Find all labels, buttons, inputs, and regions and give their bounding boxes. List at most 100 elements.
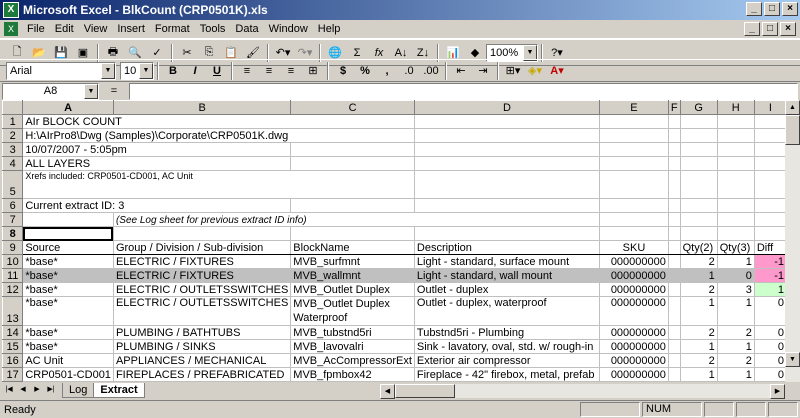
- bold-icon[interactable]: B: [164, 61, 182, 81]
- decrease-indent-icon[interactable]: ⇤: [452, 61, 470, 81]
- cell-diff[interactable]: 0: [754, 367, 787, 382]
- column-header-b[interactable]: B: [112, 100, 292, 115]
- cell-group[interactable]: APPLIANCES / MECHANICAL: [113, 353, 292, 368]
- scroll-right-icon[interactable]: ▶: [770, 384, 785, 399]
- cell-qty3[interactable]: 1: [717, 254, 755, 269]
- row-header[interactable]: 10: [2, 254, 24, 269]
- cell-qty2[interactable]: 1: [680, 339, 718, 354]
- cell-description[interactable]: Fireplace - 42" firebox, metal, prefab: [414, 367, 601, 382]
- chevron-down-icon[interactable]: ▼: [139, 62, 153, 79]
- cell-description[interactable]: Outlet - duplex: [414, 282, 601, 297]
- cell-group[interactable]: PLUMBING / SINKS: [113, 339, 292, 354]
- column-header-f[interactable]: F: [667, 100, 681, 115]
- header-qty3[interactable]: Qty(3): [717, 240, 755, 255]
- cell-sku[interactable]: 000000000: [599, 254, 669, 269]
- row-header[interactable]: 3: [2, 142, 24, 157]
- cell-blockname[interactable]: MVB_lavovalri: [290, 339, 415, 354]
- italic-icon[interactable]: I: [186, 61, 204, 81]
- cell-blockname[interactable]: MVB_wallmnt: [290, 268, 415, 283]
- font-color-icon[interactable]: A ▾: [548, 61, 566, 81]
- cell-sku[interactable]: 000000000: [599, 367, 669, 382]
- cell-qty2[interactable]: 1: [680, 268, 718, 283]
- row-header[interactable]: 14: [2, 325, 24, 340]
- row-header[interactable]: 17: [2, 367, 24, 382]
- cell-diff[interactable]: 1: [754, 282, 787, 297]
- cell-source[interactable]: *base*: [22, 296, 114, 326]
- cell-sku[interactable]: 000000000: [599, 282, 669, 297]
- currency-icon[interactable]: $: [334, 61, 352, 81]
- cell-source[interactable]: *base*: [22, 282, 114, 297]
- header-diff[interactable]: Diff: [754, 240, 787, 255]
- row-header[interactable]: 15: [2, 339, 24, 354]
- chevron-down-icon[interactable]: ▼: [101, 62, 115, 79]
- menu-file[interactable]: File: [22, 23, 50, 35]
- workbook-icon[interactable]: X: [4, 22, 18, 36]
- horizontal-scroll-thumb[interactable]: [395, 384, 455, 398]
- scroll-left-icon[interactable]: ◀: [380, 384, 395, 399]
- close-button[interactable]: ×: [782, 2, 798, 16]
- header-description[interactable]: Description: [414, 240, 601, 255]
- cell-qty3[interactable]: 1: [717, 296, 755, 326]
- cell-qty3[interactable]: 1: [717, 339, 755, 354]
- cell-blockname[interactable]: MVB_Outlet Duplex: [290, 282, 415, 297]
- align-right-icon[interactable]: ≡: [282, 61, 300, 81]
- formula-input[interactable]: [129, 82, 798, 100]
- cell-source[interactable]: *base*: [22, 339, 114, 354]
- workbook-close-button[interactable]: ×: [780, 22, 796, 36]
- cell-description[interactable]: Light - standard, wall mount: [414, 268, 601, 283]
- cell-description[interactable]: Light - standard, surface mount: [414, 254, 601, 269]
- column-header-a[interactable]: A: [22, 100, 114, 115]
- cell-sku[interactable]: 000000000: [599, 339, 669, 354]
- row-header[interactable]: 7: [2, 212, 24, 227]
- underline-icon[interactable]: U: [208, 61, 226, 81]
- last-sheet-icon[interactable]: ▶|: [44, 383, 58, 397]
- cell-diff[interactable]: -1: [754, 254, 787, 269]
- menu-window[interactable]: Window: [264, 23, 313, 35]
- select-all-corner[interactable]: [2, 100, 24, 115]
- column-header-g[interactable]: G: [679, 100, 718, 115]
- comma-icon[interactable]: ,: [378, 61, 396, 81]
- cell-qty3[interactable]: 3: [717, 282, 755, 297]
- cell-diff[interactable]: 0: [754, 353, 787, 368]
- font-size-select[interactable]: 10 ▼: [120, 61, 154, 80]
- cell-sku[interactable]: 000000000: [599, 353, 669, 368]
- cell-group[interactable]: ELECTRIC / OUTLETSSWITCHES: [113, 296, 292, 326]
- cell-blockname[interactable]: MVB_tubstnd5ri: [290, 325, 415, 340]
- chevron-down-icon[interactable]: ▼: [84, 83, 98, 99]
- row-header[interactable]: 6: [2, 198, 24, 213]
- column-header-i[interactable]: I: [753, 100, 787, 115]
- cell-sku[interactable]: 000000000: [599, 268, 669, 283]
- cell-qty2[interactable]: 1: [680, 367, 718, 382]
- cell-group[interactable]: ELECTRIC / FIXTURES: [113, 268, 292, 283]
- row-header[interactable]: 16: [2, 353, 24, 368]
- increase-indent-icon[interactable]: ⇥: [474, 61, 492, 81]
- maximize-button[interactable]: □: [764, 2, 780, 16]
- menu-edit[interactable]: Edit: [50, 23, 79, 35]
- cell-sku[interactable]: 000000000: [599, 296, 669, 326]
- date-cell[interactable]: 10/07/2007 - 5:05pm: [22, 142, 292, 157]
- workbook-restore-button[interactable]: □: [762, 22, 778, 36]
- row-header[interactable]: 8: [2, 226, 24, 241]
- increase-decimal-icon[interactable]: .0: [400, 61, 418, 81]
- cell-source[interactable]: AC Unit: [22, 353, 114, 368]
- percent-icon[interactable]: %: [356, 61, 374, 81]
- cell-qty2[interactable]: 2: [680, 325, 718, 340]
- cell-blockname[interactable]: MVB_surfmnt: [290, 254, 415, 269]
- horizontal-scrollbar[interactable]: ◀ ▶: [380, 384, 785, 399]
- row-header[interactable]: 13: [2, 296, 24, 326]
- menu-insert[interactable]: Insert: [112, 23, 150, 35]
- menu-data[interactable]: Data: [230, 23, 263, 35]
- cell-diff[interactable]: 0: [754, 325, 787, 340]
- cell-sku[interactable]: 000000000: [599, 325, 669, 340]
- vertical-scroll-thumb[interactable]: [785, 115, 800, 145]
- xrefs-cell[interactable]: Xrefs included: CRP0501-CD001, AC Unit: [22, 170, 415, 199]
- minimize-button[interactable]: _: [746, 2, 762, 16]
- row-header[interactable]: 9: [2, 240, 24, 255]
- row-header[interactable]: 1: [2, 114, 24, 129]
- cell-description[interactable]: Tubstnd5ri - Plumbing: [414, 325, 601, 340]
- row-header[interactable]: 11: [2, 268, 24, 283]
- first-sheet-icon[interactable]: |◀: [2, 383, 16, 397]
- borders-icon[interactable]: ⊞▾: [504, 61, 522, 81]
- cell-diff[interactable]: -1: [754, 268, 787, 283]
- cell-diff[interactable]: 0: [754, 339, 787, 354]
